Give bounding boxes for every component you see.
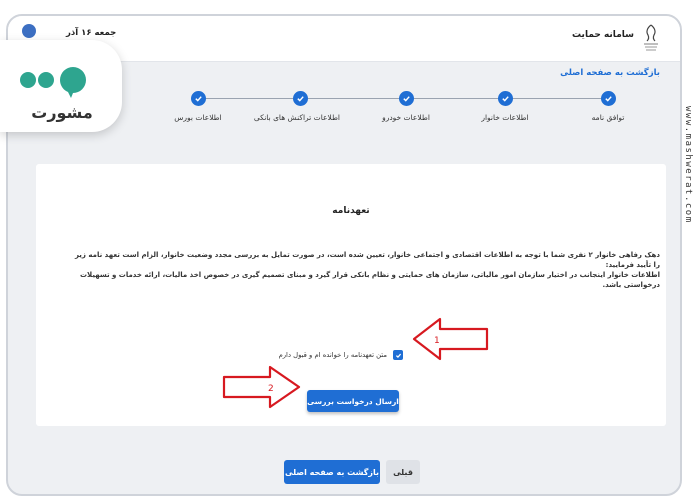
site-url-watermark: www.mashwerat.com xyxy=(672,104,700,284)
agreement-text-line: اطلاعات خانوار اینجانب در اختیار سازمان … xyxy=(80,271,660,289)
check-icon xyxy=(398,91,414,106)
accept-checkbox-row[interactable]: متن تعهدنامه را خوانده ام و قبول دارم xyxy=(266,348,403,362)
annotation-arrow-1: 1 xyxy=(412,316,490,362)
step-household[interactable]: اطلاعات خانوار xyxy=(465,90,545,122)
step-label: اطلاعات خانوار xyxy=(481,113,529,122)
date-label: جمعه ۱۶ آذر xyxy=(66,28,117,38)
check-icon xyxy=(190,91,206,106)
step-label: اطلاعات بورس xyxy=(174,113,222,122)
step-vehicle[interactable]: اطلاعات خودرو xyxy=(366,90,446,122)
logo-text: مشورت xyxy=(31,103,93,122)
agreement-card: تعهدنامه دهک رفاهی خانوار ۲ نفری شما با … xyxy=(36,164,666,426)
check-icon xyxy=(395,353,401,358)
url-text: www.mashwerat.com xyxy=(683,106,693,224)
step-label: اطلاعات خودرو xyxy=(382,113,430,122)
submit-review-button[interactable]: ارسال درخواست بررسی xyxy=(307,390,399,412)
accept-checkbox-label[interactable]: متن تعهدنامه را خوانده ام و قبول دارم xyxy=(279,351,387,359)
agreement-title: تعهدنامه xyxy=(332,206,370,216)
annotation-number: 2 xyxy=(268,384,274,394)
emblem-icon xyxy=(640,22,662,54)
accept-checkbox[interactable] xyxy=(393,350,403,360)
progress-stepper: توافق نامه اطلاعات خانوار اطلاعات خودرو … xyxy=(158,90,628,130)
agreement-text-line: دهک رفاهی خانوار ۲ نفری شما با توجه به ا… xyxy=(74,251,660,269)
annotation-number: 1 xyxy=(434,336,440,346)
agreement-text: دهک رفاهی خانوار ۲ نفری شما با توجه به ا… xyxy=(70,250,660,290)
annotation-arrow-2: 2 xyxy=(222,364,302,410)
step-label: اطلاعات تراکنش های بانکی xyxy=(253,113,340,122)
user-avatar[interactable] xyxy=(22,24,36,38)
step-agreement[interactable]: توافق نامه xyxy=(568,90,648,122)
check-icon xyxy=(292,91,308,106)
step-bank-transactions[interactable]: اطلاعات تراکنش های بانکی xyxy=(253,90,340,122)
system-title: سامانه حمایت xyxy=(572,30,634,40)
step-label: توافق نامه xyxy=(591,113,625,122)
back-to-home-link[interactable]: بازگشت به صفحه اصلی xyxy=(560,68,660,78)
mashwerat-logo: مشورت xyxy=(0,40,122,132)
check-icon xyxy=(497,91,513,106)
check-icon xyxy=(600,91,616,106)
back-to-home-button[interactable]: بازگشت به صفحه اصلی xyxy=(284,460,380,484)
step-stock-exchange[interactable]: اطلاعات بورس xyxy=(158,90,238,122)
previous-button[interactable]: قبلی xyxy=(386,460,420,484)
